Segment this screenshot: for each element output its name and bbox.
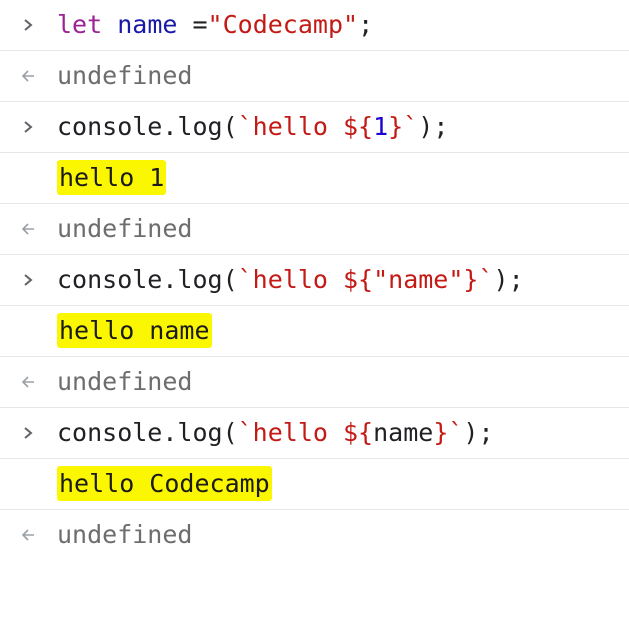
string-token: `hello ${ (237, 265, 374, 294)
keyword-token: let (57, 10, 103, 39)
return-arrow-icon (15, 204, 41, 254)
result-value: undefined (57, 367, 193, 396)
return-arrow-icon (15, 51, 41, 101)
console-input-row[interactable]: console.log(`hello ${1}`); (0, 102, 629, 153)
devtools-console: let name ="Codecamp"; undefined console.… (0, 0, 629, 552)
string-token: "Codecamp" (207, 10, 359, 39)
console-output-row: hello name (0, 306, 629, 357)
highlighted-text: hello 1 (57, 160, 167, 195)
console-result-row: undefined (0, 51, 629, 102)
string-token: }` (433, 418, 464, 447)
result-value: undefined (57, 214, 193, 243)
highlighted-text: hello Codecamp (57, 466, 272, 501)
chevron-right-icon (15, 0, 41, 50)
string-token: `hello ${ (237, 418, 374, 447)
string-token: }` (463, 265, 494, 294)
log-output: hello name (57, 306, 212, 356)
plain-token: name (373, 418, 434, 447)
number-token: 1 (373, 112, 389, 141)
string-token: }` (388, 112, 419, 141)
console-result-row: undefined (0, 357, 629, 408)
console-input-row[interactable]: let name ="Codecamp"; (0, 0, 629, 51)
variable-token: name (117, 10, 178, 39)
console-input-code: console.log(`hello ${"name"}`); (57, 255, 524, 305)
log-output: hello 1 (57, 153, 167, 203)
console-input-code: console.log(`hello ${name}`); (57, 408, 494, 458)
plain-token: ); (418, 112, 449, 141)
console-result-row: undefined (0, 510, 629, 561)
return-arrow-icon (15, 357, 41, 407)
console-input-row[interactable]: console.log(`hello ${"name"}`); (0, 255, 629, 306)
result-value: undefined (57, 61, 193, 90)
string-token: "name" (373, 265, 464, 294)
plain-token: ); (463, 418, 494, 447)
console-input-code: let name ="Codecamp"; (57, 0, 373, 50)
return-arrow-icon (15, 510, 41, 560)
result-value: undefined (57, 520, 193, 549)
console-input-row[interactable]: console.log(`hello ${name}`); (0, 408, 629, 459)
console-output-row: hello 1 (0, 153, 629, 204)
string-token: `hello ${ (237, 112, 374, 141)
chevron-right-icon (15, 408, 41, 458)
log-output: hello Codecamp (57, 459, 272, 509)
console-input-code: console.log(`hello ${1}`); (57, 102, 448, 152)
plain-token: console.log( (57, 112, 238, 141)
console-result-row: undefined (0, 204, 629, 255)
plain-token: console.log( (57, 265, 238, 294)
plain-token: console.log( (57, 418, 238, 447)
plain-token: = (177, 10, 208, 39)
chevron-right-icon (15, 102, 41, 152)
highlighted-text: hello name (57, 313, 212, 348)
plain-token: ; (358, 10, 374, 39)
chevron-right-icon (15, 255, 41, 305)
console-output-row: hello Codecamp (0, 459, 629, 510)
plain-token: ); (493, 265, 524, 294)
